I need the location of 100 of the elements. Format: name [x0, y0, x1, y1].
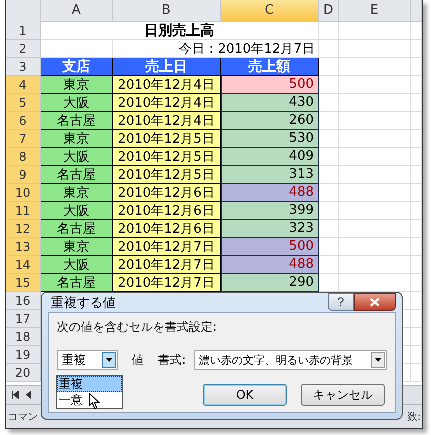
empty-cell[interactable]	[411, 346, 422, 364]
empty-cell[interactable]	[411, 364, 422, 382]
empty-cell[interactable]	[339, 130, 411, 148]
empty-cell[interactable]	[339, 22, 411, 40]
table-cell: 2010年12月5日	[113, 130, 221, 148]
empty-cell[interactable]	[339, 58, 411, 76]
previous-sheet-icon[interactable]	[26, 391, 32, 399]
empty-cell[interactable]	[411, 94, 422, 112]
table-cell: 530	[221, 130, 319, 148]
format-label: 書式:	[158, 352, 186, 368]
empty-cell[interactable]	[411, 148, 422, 166]
empty-cell[interactable]	[411, 256, 422, 274]
empty-cell[interactable]	[411, 292, 422, 310]
table-cell: 東京	[41, 76, 113, 94]
empty-cell[interactable]	[339, 112, 411, 130]
format-dropdown[interactable]: 濃い赤の文字、明るい赤の背景	[194, 350, 387, 370]
row-header[interactable]: 9	[6, 166, 41, 184]
table-cell: 名古屋	[41, 166, 113, 184]
table-cell: 430	[221, 94, 319, 112]
column-header[interactable]: B	[113, 0, 221, 22]
table-cell: 399	[221, 202, 319, 220]
sheet-title: 日別売上高	[41, 22, 319, 40]
table-cell: 409	[221, 148, 319, 166]
row-header[interactable]: 15	[6, 274, 41, 292]
value-label: 値	[132, 352, 144, 368]
column-header[interactable]: D	[319, 0, 339, 22]
column-header[interactable]	[411, 0, 422, 22]
table-cell: 2010年12月5日	[113, 166, 221, 184]
empty-cell[interactable]	[339, 94, 411, 112]
dialog-button[interactable]: OK	[203, 384, 287, 406]
empty-cell[interactable]	[411, 58, 422, 76]
select-all-button[interactable]	[6, 0, 41, 23]
table-cell: 大阪	[41, 202, 113, 220]
empty-cell[interactable]	[339, 184, 411, 202]
empty-cell[interactable]	[411, 40, 422, 58]
empty-cell[interactable]	[339, 256, 411, 274]
empty-cell[interactable]	[339, 166, 411, 184]
row-header[interactable]: 2	[6, 40, 41, 58]
empty-cell[interactable]	[411, 274, 422, 292]
empty-cell[interactable]	[339, 202, 411, 220]
empty-cell[interactable]	[411, 166, 422, 184]
table-cell: 313	[221, 166, 319, 184]
row-header[interactable]: 3	[6, 58, 41, 76]
row-header[interactable]: 7	[6, 130, 41, 148]
close-button[interactable]	[354, 293, 396, 311]
row-header[interactable]: 12	[6, 220, 41, 238]
empty-cell[interactable]	[339, 40, 411, 58]
row-header[interactable]: 5	[6, 94, 41, 112]
empty-cell[interactable]	[339, 148, 411, 166]
prompt-label: 次の値を含むセルを書式設定:	[57, 319, 218, 336]
empty-cell[interactable]	[411, 220, 422, 238]
dropdown-option[interactable]: 一意	[57, 392, 122, 408]
dropdown-option[interactable]: 重複	[57, 376, 122, 392]
empty-cell[interactable]	[411, 328, 422, 346]
empty-cell[interactable]	[411, 130, 422, 148]
table-cell: 260	[221, 112, 319, 130]
table-cell: 323	[221, 220, 319, 238]
empty-cell[interactable]	[411, 238, 422, 256]
table-cell: 2010年12月5日	[113, 148, 221, 166]
table-cell: 2010年12月7日	[113, 274, 221, 292]
empty-cell[interactable]	[319, 40, 339, 58]
row-header[interactable]: 11	[6, 202, 41, 220]
column-header[interactable]: A	[41, 0, 113, 22]
empty-cell[interactable]	[339, 76, 411, 94]
table-cell: 2010年12月4日	[113, 76, 221, 94]
empty-cell[interactable]	[411, 310, 422, 328]
row-header[interactable]: 10	[6, 184, 41, 202]
table-cell: 東京	[41, 238, 113, 256]
table-cell: 290	[221, 274, 319, 292]
column-header[interactable]: E	[339, 0, 411, 22]
status-text: 数:	[408, 410, 421, 424]
row-header[interactable]: 19	[6, 346, 41, 364]
row-header[interactable]: 4	[6, 76, 41, 94]
empty-cell[interactable]	[411, 202, 422, 220]
empty-cell[interactable]	[319, 22, 339, 40]
dropdown-arrow-icon	[374, 358, 382, 362]
row-header[interactable]: 13	[6, 238, 41, 256]
close-icon	[370, 298, 380, 306]
row-header[interactable]: 16	[6, 292, 41, 310]
empty-cell[interactable]	[411, 112, 422, 130]
column-header[interactable]: C	[221, 0, 319, 22]
help-button[interactable]: ?	[328, 293, 354, 311]
row-header[interactable]: 1	[6, 22, 41, 40]
table-cell: 2010年12月6日	[113, 184, 221, 202]
table-cell: 名古屋	[41, 112, 113, 130]
empty-cell[interactable]	[411, 76, 422, 94]
row-header[interactable]: 6	[6, 112, 41, 130]
empty-cell[interactable]	[411, 184, 422, 202]
row-header[interactable]: 20	[6, 364, 41, 382]
row-header[interactable]: 18	[6, 328, 41, 346]
row-header[interactable]: 14	[6, 256, 41, 274]
dialog-button[interactable]: キャンセル	[301, 384, 385, 406]
rule-dropdown[interactable]: 重複	[57, 350, 118, 370]
row-header[interactable]: 8	[6, 148, 41, 166]
table-cell: 500	[221, 238, 319, 256]
row-header[interactable]: 17	[6, 310, 41, 328]
empty-cell[interactable]	[339, 220, 411, 238]
empty-cell[interactable]	[339, 238, 411, 256]
column-heading: 売上額	[221, 58, 319, 76]
first-sheet-icon[interactable]	[12, 391, 20, 399]
